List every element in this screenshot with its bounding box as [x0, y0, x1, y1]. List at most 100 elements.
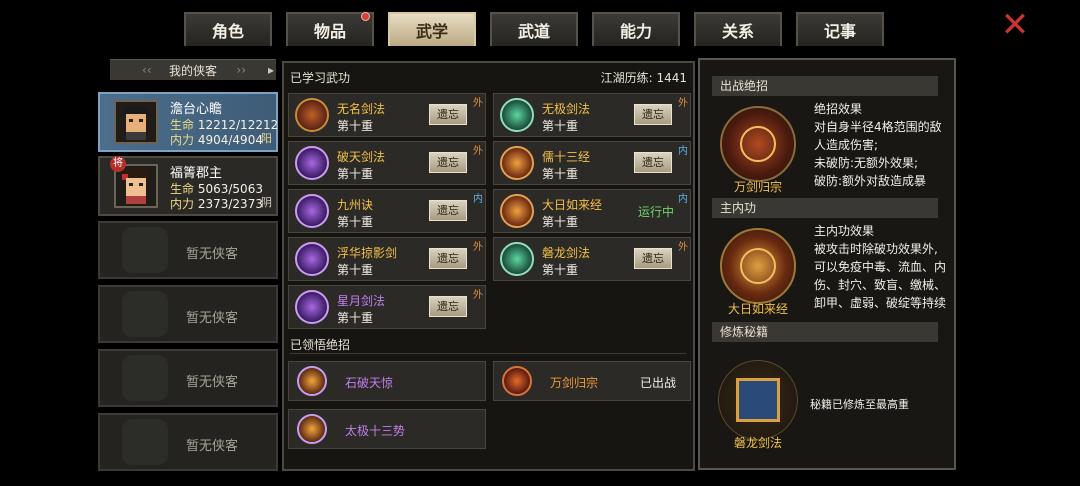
battle-move-icon[interactable]	[720, 106, 796, 182]
forget-button[interactable]: 遗忘	[634, 152, 672, 173]
skill-type-tag: 外	[473, 98, 483, 109]
skill-type-tag: 外	[678, 242, 688, 253]
skill-card[interactable]: 磐龙剑法第十重 外遗忘	[493, 237, 691, 281]
skill-icon	[295, 290, 329, 324]
tab-5[interactable]: 关系	[694, 12, 782, 46]
skill-card[interactable]: 破天剑法 第十重 外遗忘	[288, 141, 486, 185]
skill-name: 星月剑法	[337, 294, 386, 308]
forget-button[interactable]: 遗忘	[429, 296, 467, 317]
ghost-avatar-icon	[122, 419, 168, 465]
skill-icon	[295, 146, 329, 180]
inner-effect-text: 被攻击时除破功效果外,可以免疫中毒、流血、内伤、封穴、致盲、缴械、卸甲、虚弱、破…	[814, 242, 947, 310]
skill-level: 第十重	[337, 215, 374, 229]
equipped-panel: 出战绝招 万剑归宗 绝招效果 对自身半径4格范围的敌人造成伤害; 未破防:无额外…	[698, 58, 956, 470]
hero-badge: 将	[110, 156, 126, 172]
skill-card[interactable]: 浮华掠影剑 第十重 外遗忘	[288, 237, 486, 281]
empty-slot-label: 暂无侠客	[186, 311, 239, 326]
hero-mp: 内力 2373/2373	[170, 197, 263, 211]
tab-1[interactable]: 物品	[286, 12, 374, 46]
inner-art-icon[interactable]	[720, 228, 796, 304]
forget-button[interactable]: 遗忘	[429, 104, 467, 125]
empty-hero-slot[interactable]: 暂无侠客	[98, 221, 278, 279]
hero-yinyang: 阴	[261, 196, 272, 209]
chevron-left-icon[interactable]: ‹‹	[142, 63, 152, 77]
ultimate-move-card[interactable]: 石破天惊	[288, 361, 486, 401]
move-icon	[297, 414, 327, 444]
tab-label: 武学	[415, 22, 448, 41]
divider	[290, 353, 686, 354]
skill-icon	[500, 146, 534, 180]
move-name: 太极十三势	[345, 424, 406, 438]
skill-level: 第十重	[337, 263, 374, 277]
forget-button[interactable]: 遗忘	[634, 104, 672, 125]
chevron-right-icon[interactable]: ››	[236, 63, 246, 77]
skill-name: 九州诀	[337, 198, 374, 212]
learned-section-title: 已学习武功	[290, 71, 351, 85]
notification-dot-icon	[361, 12, 370, 21]
tab-label: 角色	[211, 22, 244, 41]
forget-button[interactable]: 遗忘	[429, 152, 467, 173]
skill-level: 第十重	[337, 167, 374, 181]
tab-label: 记事	[823, 22, 856, 41]
hero-yinyang: 阳	[261, 132, 272, 145]
hero-card-selected[interactable]: 澹台心瞻 生命 12212/12212 内力 4904/4904 阳	[98, 92, 278, 152]
ultimate-move-card[interactable]: 太极十三势	[288, 409, 486, 449]
battle-effect-text: 对自身半径4格范围的敌人造成伤害; 未破防:无额外效果; 破防:额外对敌造成暴	[814, 120, 942, 188]
skill-type-tag: 外	[678, 98, 688, 109]
empty-hero-slot[interactable]: 暂无侠客	[98, 285, 278, 343]
skill-level: 第十重	[337, 311, 374, 325]
battle-move-header: 出战绝招	[712, 76, 938, 96]
skill-name: 浮华掠影剑	[337, 246, 398, 260]
skill-card[interactable]: 无极剑法 第十重 外遗忘	[493, 93, 691, 137]
hero-name: 澹台心瞻	[170, 102, 223, 117]
skill-card[interactable]: 儒十三经 第十重 内遗忘	[493, 141, 691, 185]
skill-card[interactable]: 无名剑法 第十重 外遗忘	[288, 93, 486, 137]
empty-slot-label: 暂无侠客	[186, 247, 239, 262]
manual-header: 修炼秘籍	[712, 322, 938, 342]
tab-label: 关系	[721, 22, 754, 41]
tab-4[interactable]: 能力	[592, 12, 680, 46]
exp-readout: 江湖历练: 1441	[600, 71, 687, 85]
skill-icon	[295, 98, 329, 132]
skill-icon	[500, 242, 534, 276]
empty-hero-slot[interactable]: 暂无侠客	[98, 413, 278, 471]
empty-slot-label: 暂无侠客	[186, 439, 239, 454]
forget-button[interactable]: 遗忘	[429, 200, 467, 221]
inner-art-name: 大日如来经	[727, 302, 788, 316]
skill-name: 儒十三经	[542, 150, 591, 164]
hero-name: 福箐郡主	[170, 166, 223, 181]
skill-name: 磐龙剑法	[542, 246, 591, 260]
tab-6[interactable]: 记事	[796, 12, 884, 46]
skill-type-tag: 内	[678, 194, 688, 205]
ghost-avatar-icon	[122, 227, 168, 273]
tab-label: 物品	[313, 22, 346, 41]
forget-button[interactable]: 遗忘	[634, 248, 672, 269]
skill-icon	[500, 194, 534, 228]
skill-card[interactable]: 大日如来经 第十重 内运行中	[493, 189, 691, 233]
skill-card[interactable]: 九州诀 第十重 内遗忘	[288, 189, 486, 233]
book-icon[interactable]	[736, 378, 780, 422]
skill-icon	[295, 194, 329, 228]
hero-mp: 内力 4904/4904	[170, 133, 263, 147]
tab-0[interactable]: 角色	[184, 12, 272, 46]
close-icon[interactable]: ✕	[998, 8, 1032, 42]
skill-type-tag: 内	[678, 146, 688, 157]
skill-name: 大日如来经	[542, 198, 603, 212]
skill-name: 无极剑法	[542, 102, 591, 116]
forget-button[interactable]: 遗忘	[429, 248, 467, 269]
tab-3[interactable]: 武道	[490, 12, 578, 46]
roster-title: 我的侠客	[168, 63, 217, 78]
ultimate-move-card[interactable]: 万剑归宗 已出战	[493, 361, 691, 401]
expand-arrow-icon[interactable]: ▸	[268, 63, 274, 77]
move-status: 已出战	[639, 376, 676, 390]
skill-level: 第十重	[542, 263, 579, 277]
skill-icon	[500, 98, 534, 132]
manual-status: 秘籍已修炼至最高重	[810, 398, 909, 411]
empty-hero-slot[interactable]: 暂无侠客	[98, 349, 278, 407]
skill-card[interactable]: 星月剑法 第十重 外遗忘	[288, 285, 486, 329]
ghost-avatar-icon	[122, 291, 168, 337]
skill-name: 无名剑法	[337, 102, 386, 116]
move-name: 万剑归宗	[550, 376, 599, 390]
tab-2[interactable]: 武学	[388, 12, 476, 46]
hero-card[interactable]: 将 福箐郡主 生命 5063/5063 内力 2373/2373 阴	[98, 156, 278, 216]
